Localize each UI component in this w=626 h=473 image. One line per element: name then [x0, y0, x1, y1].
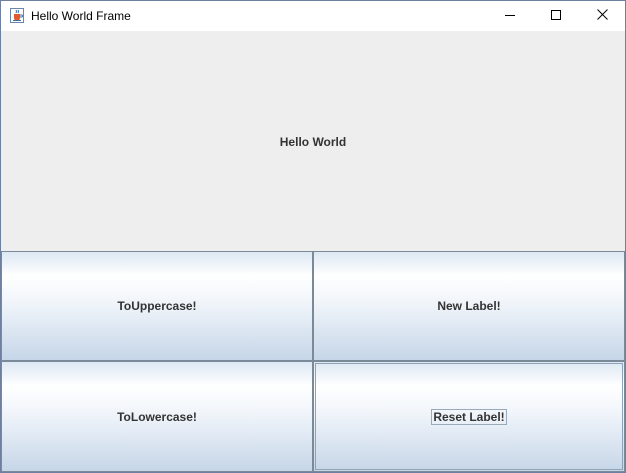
- minimize-button[interactable]: [487, 1, 533, 31]
- content-pane: Hello World ToUppercase! New Label! ToLo…: [1, 31, 625, 472]
- label-panel: Hello World: [1, 31, 625, 251]
- new-label-label: New Label!: [437, 299, 501, 313]
- maximize-button[interactable]: [533, 1, 579, 31]
- to-uppercase-label: ToUppercase!: [117, 299, 197, 313]
- java-cup-icon: [10, 8, 24, 23]
- to-lowercase-label: ToLowercase!: [117, 409, 197, 424]
- title-bar[interactable]: Hello World Frame: [1, 1, 625, 31]
- hello-label: Hello World: [279, 135, 347, 149]
- maximize-icon: [551, 7, 561, 25]
- reset-label-label: Reset Label!: [431, 408, 507, 425]
- to-uppercase-button[interactable]: ToUppercase!: [1, 251, 313, 361]
- minimize-icon: [505, 7, 515, 25]
- application-window: Hello World Frame Hello World ToUppercas…: [0, 0, 626, 473]
- window-title: Hello World Frame: [31, 9, 131, 23]
- new-label-button[interactable]: New Label!: [313, 251, 625, 361]
- close-icon: [596, 7, 608, 25]
- reset-label-button[interactable]: Reset Label!: [313, 361, 625, 472]
- close-button[interactable]: [579, 1, 625, 31]
- to-lowercase-button[interactable]: ToLowercase!: [1, 361, 313, 472]
